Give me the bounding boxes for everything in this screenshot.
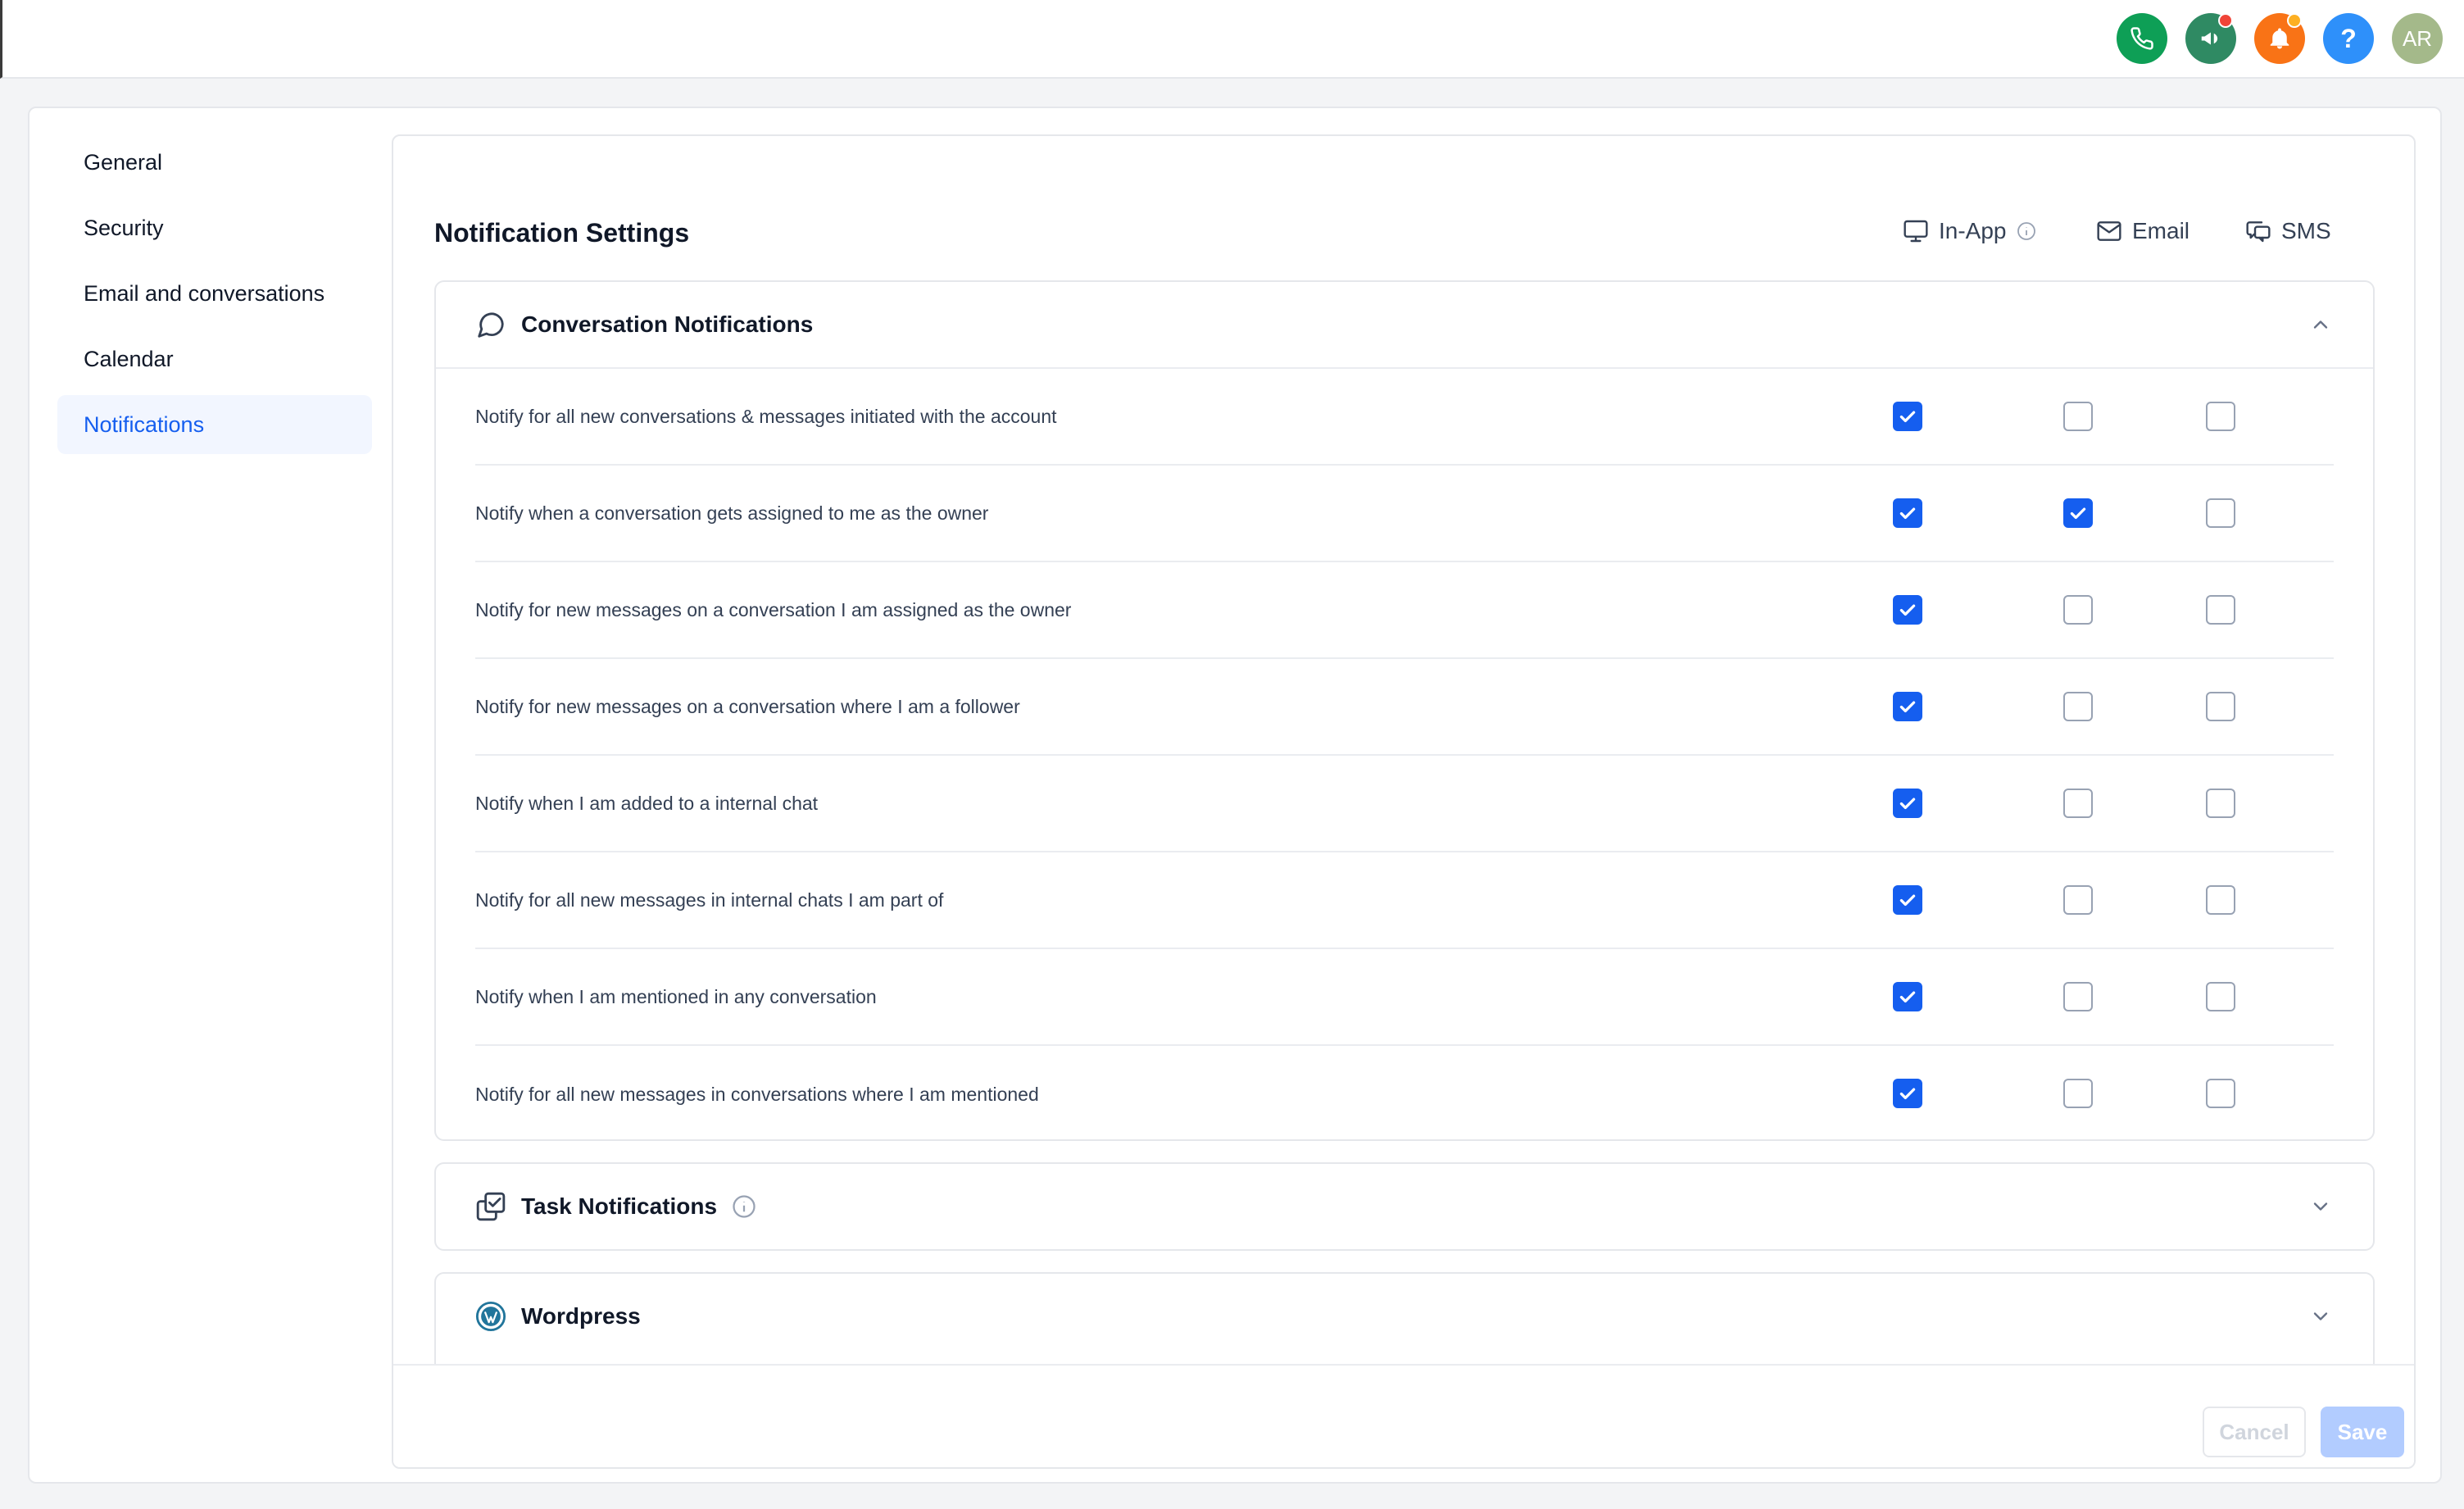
sms-checkbox[interactable] xyxy=(2206,789,2235,818)
notification-label: Notify when I am added to a internal cha… xyxy=(475,792,819,814)
chevron-down-icon[interactable] xyxy=(2309,1195,2332,1218)
bell-icon[interactable] xyxy=(2254,13,2305,64)
info-icon[interactable] xyxy=(2017,221,2036,241)
section-title: Wordpress xyxy=(521,1303,641,1329)
sms-checkbox[interactable] xyxy=(2206,498,2235,528)
info-icon[interactable] xyxy=(732,1194,756,1219)
email-checkbox[interactable] xyxy=(2063,885,2093,915)
mail-icon xyxy=(2097,221,2121,241)
in-app-checkbox[interactable] xyxy=(1893,1079,1922,1108)
table-row: Notify for new messages on a conversatio… xyxy=(475,659,2334,756)
notification-label: Notify for all new messages in conversat… xyxy=(475,1083,1039,1105)
help-icon[interactable]: ? xyxy=(2323,13,2374,64)
email-checkbox[interactable] xyxy=(2063,498,2093,528)
settings-shell: General Security Email and conversations… xyxy=(28,107,2442,1484)
notification-label: Notify for all new conversations & messa… xyxy=(475,405,1057,427)
email-checkbox[interactable] xyxy=(2063,595,2093,625)
email-checkbox[interactable] xyxy=(2063,692,2093,721)
sidebar-item-general[interactable]: General xyxy=(57,133,372,192)
channel-label: In-App xyxy=(1939,218,2007,243)
task-icon xyxy=(476,1192,506,1221)
conversation-notifications-header[interactable]: Conversation Notifications xyxy=(436,282,2373,367)
avatar[interactable]: AR xyxy=(2392,13,2443,64)
notification-badge xyxy=(2218,13,2233,28)
table-row: Notify for all new messages in internal … xyxy=(475,852,2334,949)
wordpress-icon xyxy=(475,1301,506,1332)
sms-checkbox[interactable] xyxy=(2206,402,2235,431)
in-app-checkbox[interactable] xyxy=(1893,789,1922,818)
sidebar-item-calendar[interactable]: Calendar xyxy=(57,330,372,389)
table-row: Notify for all new messages in conversat… xyxy=(475,1046,2334,1143)
sms-checkbox[interactable] xyxy=(2206,885,2235,915)
task-notifications-card: Task Notifications xyxy=(434,1162,2375,1251)
table-row: Notify for all new conversations & messa… xyxy=(475,369,2334,466)
sms-checkbox[interactable] xyxy=(2206,982,2235,1011)
save-button[interactable]: Save xyxy=(2321,1407,2404,1457)
notification-label: Notify for new messages on a conversatio… xyxy=(475,598,1072,620)
email-checkbox[interactable] xyxy=(2063,402,2093,431)
panel-footer: Cancel Save xyxy=(393,1364,2414,1467)
page-title: Notification Settings xyxy=(434,218,690,248)
notification-settings-panel: Notification Settings In-App Email SMS C… xyxy=(392,134,2416,1469)
email-checkbox[interactable] xyxy=(2063,982,2093,1011)
in-app-checkbox[interactable] xyxy=(1893,885,1922,915)
in-app-checkbox[interactable] xyxy=(1893,692,1922,721)
sms-icon xyxy=(2246,221,2271,243)
chat-bubble-icon xyxy=(478,312,504,338)
sms-checkbox[interactable] xyxy=(2206,595,2235,625)
email-checkbox[interactable] xyxy=(2063,1079,2093,1108)
in-app-checkbox[interactable] xyxy=(1893,402,1922,431)
notification-label: Notify when a conversation gets assigned… xyxy=(475,502,989,524)
section-title: Conversation Notifications xyxy=(521,311,814,337)
table-row: Notify when I am added to a internal cha… xyxy=(475,756,2334,852)
notification-badge xyxy=(2287,13,2302,28)
table-row: Notify when a conversation gets assigned… xyxy=(475,466,2334,562)
megaphone-icon[interactable] xyxy=(2185,13,2236,64)
chevron-down-icon[interactable] xyxy=(2309,1305,2332,1328)
top-bar: ? AR xyxy=(0,0,2464,79)
in-app-checkbox[interactable] xyxy=(1893,498,1922,528)
sms-checkbox[interactable] xyxy=(2206,692,2235,721)
channel-email: Email xyxy=(2096,218,2189,244)
table-row: Notify for new messages on a conversatio… xyxy=(475,562,2334,659)
notification-label: Notify for new messages on a conversatio… xyxy=(475,695,1020,717)
settings-sidebar: General Security Email and conversations… xyxy=(57,133,372,461)
monitor-icon xyxy=(1904,220,1928,243)
sms-checkbox[interactable] xyxy=(2206,1079,2235,1108)
cancel-button[interactable]: Cancel xyxy=(2203,1407,2306,1457)
in-app-checkbox[interactable] xyxy=(1893,982,1922,1011)
phone-icon[interactable] xyxy=(2117,13,2167,64)
sidebar-item-security[interactable]: Security xyxy=(57,198,372,257)
sidebar-item-notifications[interactable]: Notifications xyxy=(57,395,372,454)
channel-sms: SMS xyxy=(2245,218,2331,244)
chevron-up-icon[interactable] xyxy=(2309,313,2332,336)
wordpress-header[interactable]: Wordpress xyxy=(436,1274,2373,1359)
sidebar-item-email-and-conversations[interactable]: Email and conversations xyxy=(57,264,372,323)
notification-label: Notify for all new messages in internal … xyxy=(475,889,944,911)
task-notifications-header[interactable]: Task Notifications xyxy=(436,1164,2373,1249)
channel-in-app: In-App xyxy=(1903,218,2046,244)
notification-label: Notify when I am mentioned in any conver… xyxy=(475,985,877,1007)
channel-label: SMS xyxy=(2281,218,2331,243)
channel-label: Email xyxy=(2132,218,2190,243)
section-title: Task Notifications xyxy=(521,1193,718,1219)
table-row: Notify when I am mentioned in any conver… xyxy=(475,949,2334,1046)
conversation-notifications-card: Conversation Notifications Notify for al… xyxy=(434,280,2375,1141)
in-app-checkbox[interactable] xyxy=(1893,595,1922,625)
conversation-rows: Notify for all new conversations & messa… xyxy=(436,367,2373,1143)
email-checkbox[interactable] xyxy=(2063,789,2093,818)
